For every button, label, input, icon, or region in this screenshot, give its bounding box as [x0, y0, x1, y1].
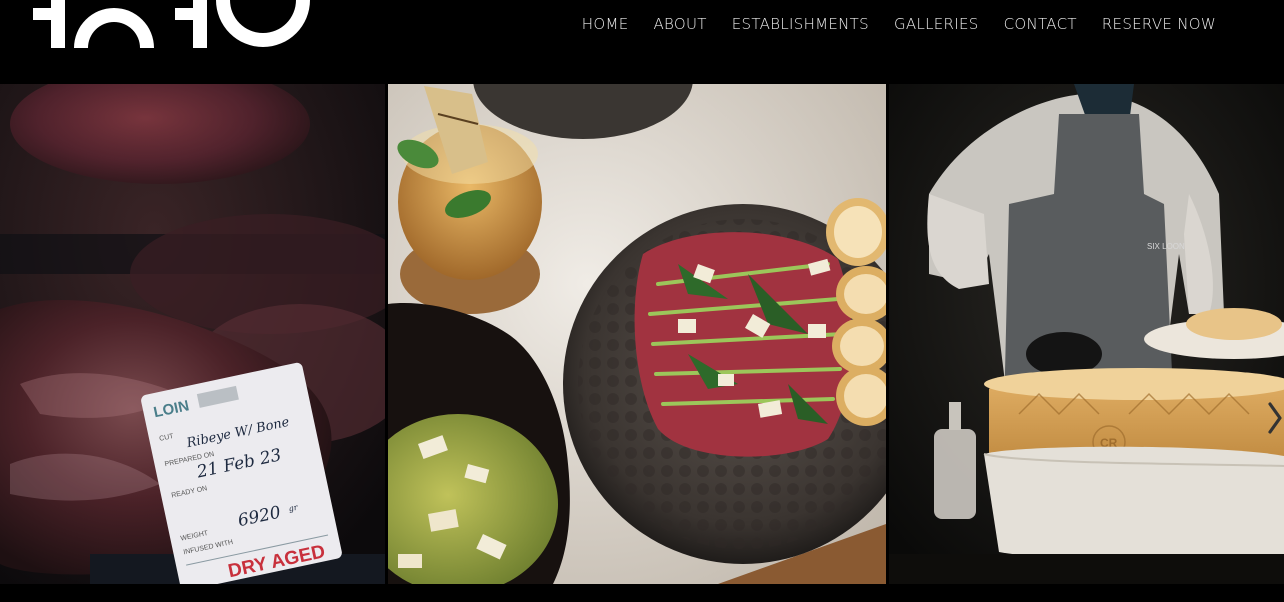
nav-contact[interactable]: CONTACT	[991, 14, 1089, 34]
site-header: HOME ABOUT ESTABLISHMENTS GALLERIES CONT…	[0, 0, 1284, 84]
nav-galleries[interactable]: GALLERIES	[881, 14, 991, 34]
gallery-image-carpaccio[interactable]	[388, 84, 886, 584]
image-carousel[interactable]: LOIN CUT Ribeye W/ Bone PREPARED ON 21 F…	[0, 84, 1284, 584]
nav-home[interactable]: HOME	[569, 14, 641, 34]
brand-logo[interactable]	[30, 0, 315, 50]
chevron-right-icon[interactable]	[1264, 400, 1284, 436]
gallery-image-dry-aged-meat[interactable]: LOIN CUT Ribeye W/ Bone PREPARED ON 21 F…	[0, 84, 385, 584]
apron-logo-text: SIX LOON	[1147, 242, 1185, 251]
nav-establishments[interactable]: ESTABLISHMENTS	[719, 14, 881, 34]
nav-reserve-now[interactable]: RESERVE NOW	[1089, 14, 1216, 34]
gallery-image-chef-cheese-wheel[interactable]: SIX LOON CR	[889, 84, 1284, 584]
main-nav: HOME ABOUT ESTABLISHMENTS GALLERIES CONT…	[569, 14, 1216, 34]
carousel-bottom-bar	[0, 584, 1284, 602]
nav-about[interactable]: ABOUT	[641, 14, 719, 34]
